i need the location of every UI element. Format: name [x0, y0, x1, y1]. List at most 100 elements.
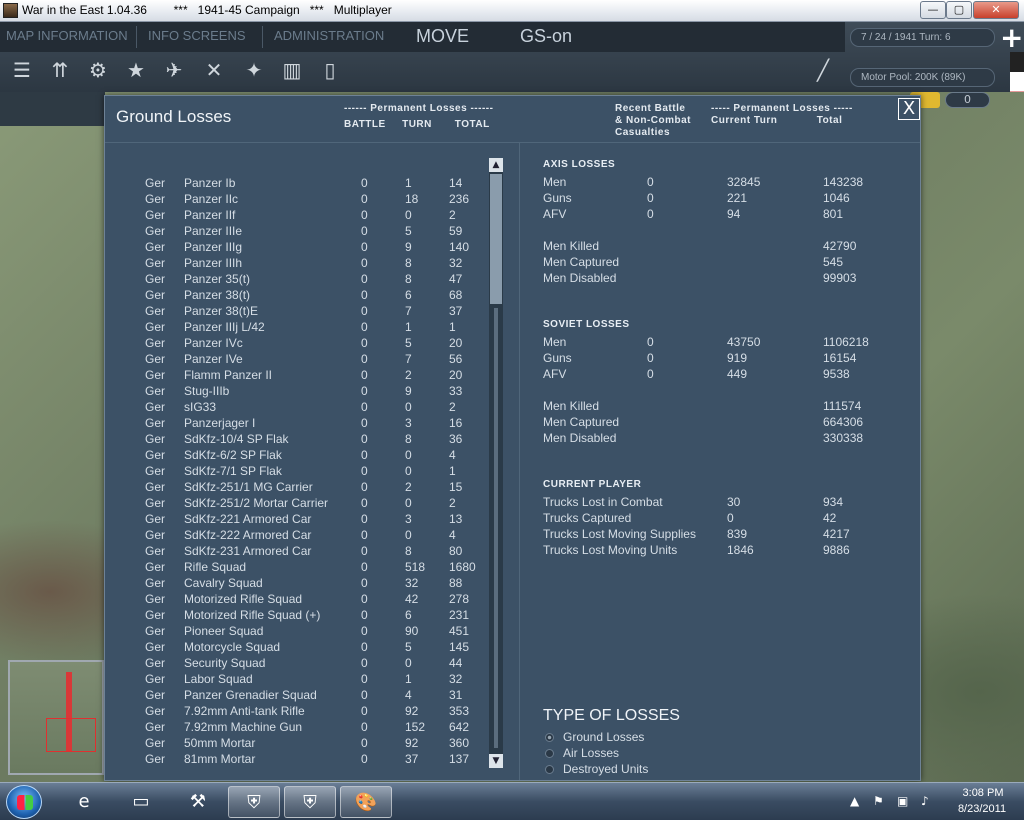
column-divider	[519, 143, 520, 780]
tab-map-information[interactable]: MAP INFORMATION	[6, 28, 128, 43]
turn-cell: 5	[405, 336, 412, 350]
battle-cell: 0	[361, 176, 368, 190]
turn-cell: 0	[405, 496, 412, 510]
turn-cell: 5	[405, 224, 412, 238]
total-cell: 360	[449, 736, 470, 750]
unit-name-cell: 81mm Mortar	[184, 752, 256, 766]
minimize-button[interactable]: —	[920, 1, 946, 19]
unit-name-cell: Panzer IIc	[184, 192, 239, 206]
wite-game-icon-2[interactable]: ⛨	[284, 786, 336, 818]
table-row: Ger SdKfz-221 Armored Car 0 3 13	[105, 512, 495, 528]
total-cell: 36	[449, 432, 463, 446]
maximize-button[interactable]: ▢	[946, 1, 972, 19]
plus-icon[interactable]: +	[1000, 24, 1023, 52]
nation-cell: Ger	[145, 368, 166, 382]
gs-toggle-button[interactable]: GS-on	[520, 26, 572, 47]
air-mission-icon[interactable]: ✕	[200, 56, 228, 84]
clock-time[interactable]: 3:08 PM	[953, 787, 1013, 799]
table-row: Ger Panzer IIf 0 0 2	[105, 208, 495, 224]
network-icon[interactable]: ▣	[897, 794, 908, 808]
total-cell: 13	[449, 512, 463, 526]
unit-name-cell: SdKfz-251/2 Mortar Carrier	[184, 496, 329, 510]
units-icon[interactable]: ⇈	[46, 56, 74, 84]
turn-cell: 1	[405, 176, 412, 190]
close-window-button[interactable]: ✕	[973, 1, 1019, 19]
radio-dot[interactable]	[545, 765, 554, 774]
stack-icon[interactable]: ☰	[8, 56, 36, 84]
table-row: Ger 50mm Mortar 0 92 360	[105, 736, 495, 752]
unit-name-cell: Panzer 38(t)	[184, 288, 251, 302]
airfield-icon[interactable]: ✈	[160, 56, 188, 84]
total-cell: 143238	[823, 175, 864, 189]
taskbar: e ▭ ⚒ ⛨ ⛨ 🎨 ▲ ⚑ ▣ ♪ 3:08 PM 8/23/2011	[0, 782, 1024, 820]
paint-icon[interactable]: 🎨	[340, 786, 392, 818]
scroll-up-button[interactable]: ▲	[489, 158, 503, 172]
nation-cell: Ger	[145, 400, 166, 414]
battle-cell: 0	[361, 192, 368, 206]
nation-cell: Ger	[145, 672, 166, 686]
stat-label: Men Killed	[543, 239, 600, 253]
wite-game-icon[interactable]: ⛨	[228, 786, 280, 818]
list-scrollbar[interactable]: ▲ ▼	[489, 158, 503, 768]
table-row: Ger Panzer IIIj L/42 0 1 1	[105, 320, 495, 336]
unit-name-cell: Panzer IIIh	[184, 256, 243, 270]
unit-name-cell: Panzerjager I	[184, 416, 256, 430]
radio-label: Ground Losses	[563, 730, 645, 744]
battle-cell: 0	[361, 304, 368, 318]
battle-cell: 0	[361, 496, 368, 510]
total-cell: 37	[449, 304, 463, 318]
gear-icon[interactable]: ⚙	[84, 56, 112, 84]
nation-cell: Ger	[145, 640, 166, 654]
minimap[interactable]	[8, 660, 104, 775]
system-tray: ▲ ⚑ ▣ ♪ 3:08 PM 8/23/2011	[845, 783, 1015, 820]
star-icon[interactable]: ★	[122, 56, 150, 84]
move-mode-button[interactable]: MOVE	[416, 26, 469, 47]
table-row: Ger Panzer IIIh 0 8 32	[105, 256, 495, 272]
supply-icon[interactable]: ▯	[316, 56, 344, 84]
radio-dot-selected[interactable]	[545, 733, 554, 742]
scroll-down-button[interactable]: ▼	[489, 754, 503, 768]
turn-cell: 919	[727, 351, 748, 365]
satellite-icon[interactable]: ✦	[240, 56, 268, 84]
turn-cell: 1	[405, 320, 412, 334]
tab-info-screens[interactable]: INFO SCREENS	[148, 28, 246, 43]
action-center-flag-icon[interactable]: ⚑	[873, 794, 884, 808]
hammer-icon[interactable]: ⚒	[172, 786, 224, 818]
nation-cell: Ger	[145, 352, 166, 366]
volume-icon[interactable]: ♪	[921, 794, 929, 808]
battle-cell: 0	[361, 448, 368, 462]
nation-cell: Ger	[145, 416, 166, 430]
rail-icon[interactable]: ▥	[278, 56, 306, 84]
losses-list: Ger Panzer Ib 0 1 14 Ger Panzer IIc 0 18 236 Ger Pa…	[105, 176, 495, 768]
nation-cell: Ger	[145, 464, 166, 478]
ie-icon[interactable]: e	[58, 786, 110, 818]
battle-cell: 0	[361, 592, 368, 606]
total-cell: 642	[449, 720, 470, 734]
show-hidden-icon[interactable]: ▲	[850, 794, 859, 808]
battle-cell: 0	[361, 224, 368, 238]
unit-name-cell: Motorized Rifle Squad (+)	[184, 608, 321, 622]
total-cell: 31	[449, 688, 463, 702]
table-row: Ger Panzer 35(t) 0 8 47	[105, 272, 495, 288]
unit-filter-row	[0, 92, 105, 126]
radio-dot[interactable]	[545, 749, 554, 758]
battle-cell: 0	[361, 272, 368, 286]
clock-date[interactable]: 8/23/2011	[949, 803, 1015, 815]
turn-cell: 0	[405, 464, 412, 478]
nation-cell: Ger	[145, 624, 166, 638]
table-row: Ger 7.92mm Machine Gun 0 152 642	[105, 720, 495, 736]
folder-icon[interactable]: ▭	[115, 786, 167, 818]
unit-name-cell: SdKfz-6/2 SP Flak	[184, 448, 282, 462]
minimap-view-frame[interactable]	[46, 718, 96, 752]
pencil-icon[interactable]: ╱	[809, 56, 837, 84]
total-cell: 59	[449, 224, 463, 238]
total-cell: 20	[449, 336, 463, 350]
dialog-close-button[interactable]: X	[898, 98, 920, 120]
tab-administration[interactable]: ADMINISTRATION	[274, 28, 384, 43]
turn-cell: 8	[405, 544, 412, 558]
scroll-thumb[interactable]	[490, 174, 502, 304]
total-cell: 111574	[823, 399, 862, 413]
scroll-track[interactable]	[494, 308, 498, 748]
table-row: Ger Panzer IIIg 0 9 140	[105, 240, 495, 256]
start-button[interactable]	[6, 785, 42, 819]
